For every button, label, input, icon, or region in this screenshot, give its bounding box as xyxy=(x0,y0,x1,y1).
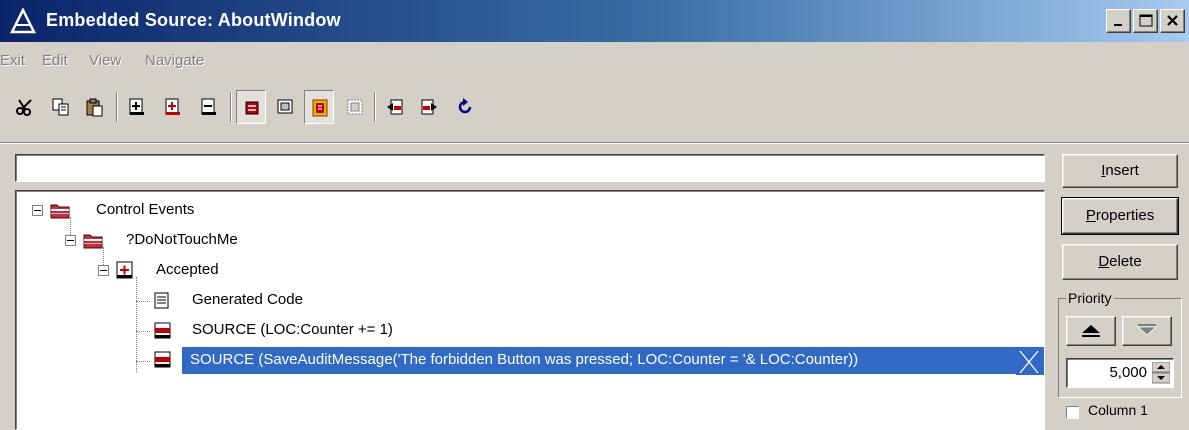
button-accelerator: D xyxy=(1098,253,1110,270)
menu-navigate[interactable]: Navigate xyxy=(145,52,204,69)
previous-filled-button[interactable] xyxy=(380,90,410,124)
button-label: roperties xyxy=(1095,207,1155,224)
filled-embeds-icon xyxy=(245,101,259,115)
source-filter-button[interactable] xyxy=(304,90,334,124)
delete-button[interactable]: Delete xyxy=(1062,244,1178,280)
maximize-button[interactable] xyxy=(1133,9,1158,33)
embed-remove-icon xyxy=(201,98,216,115)
toolbar-divider xyxy=(0,142,1189,144)
eject-down-icon xyxy=(1136,324,1158,336)
close-button[interactable] xyxy=(1160,9,1185,33)
menu-edit[interactable]: Edit xyxy=(42,52,68,69)
tree-item-label: Accepted xyxy=(156,261,219,278)
properties-button[interactable]: Properties xyxy=(1061,197,1179,235)
button-label: nsert xyxy=(1105,162,1139,179)
toolbar-separator xyxy=(230,92,232,122)
source-icon xyxy=(154,322,171,339)
button-accelerator: P xyxy=(1085,207,1096,224)
next-filled-button[interactable] xyxy=(414,90,444,124)
tree-item[interactable]: Accepted xyxy=(16,259,316,283)
filled-embeds-button[interactable] xyxy=(236,90,266,124)
tree-item-label: SOURCE (LOC:Counter += 1) xyxy=(192,321,393,338)
priority-spinner[interactable]: 5,000 xyxy=(1066,358,1174,388)
minimize-button[interactable] xyxy=(1106,9,1131,33)
clarion-triangle-icon xyxy=(10,8,36,34)
previous-filled-icon xyxy=(387,99,403,115)
minimize-icon xyxy=(1114,24,1122,26)
move-down-button[interactable] xyxy=(1122,316,1172,346)
tree-item-label: SOURCE (SaveAuditMessage('The forbidden … xyxy=(182,347,1027,374)
menu-view[interactable]: View xyxy=(89,52,121,69)
paste-button[interactable] xyxy=(80,90,110,124)
refresh-button[interactable] xyxy=(450,90,480,124)
eject-up-icon xyxy=(1082,325,1100,337)
spinner-arrows-icon[interactable] xyxy=(1152,362,1170,384)
show-all-icon xyxy=(277,99,293,114)
selection-end-marker xyxy=(1016,347,1044,375)
embed-add-red-icon xyxy=(165,98,180,115)
column-1-checkbox[interactable] xyxy=(1066,406,1079,419)
next-filled-icon xyxy=(421,99,437,115)
close-icon xyxy=(1167,15,1178,26)
tree-item-label: ?DoNotTouchMe xyxy=(126,231,238,248)
column-1-label: Column 1 xyxy=(1088,402,1148,418)
title-bar[interactable]: Embedded Source: AboutWindow xyxy=(0,0,1189,42)
copy-button[interactable] xyxy=(46,90,76,124)
collapse-toggle[interactable] xyxy=(65,235,76,246)
tree-item-label: Generated Code xyxy=(192,291,303,308)
menu-bar: Exit Edit View Navigate xyxy=(0,50,400,74)
source-icon xyxy=(154,351,171,368)
toolbar-separator xyxy=(374,92,376,122)
cut-button[interactable] xyxy=(10,90,40,124)
tree-item[interactable]: Generated Code xyxy=(16,289,416,313)
embed-tree[interactable]: Control Events ?DoNotTouchMe Accepted Ge… xyxy=(15,190,1045,430)
maximize-icon xyxy=(1139,14,1153,27)
folder-icon xyxy=(50,204,70,219)
tree-item-selected[interactable]: SOURCE (SaveAuditMessage('The forbidden … xyxy=(16,347,1044,375)
embed-add-red-button[interactable] xyxy=(158,90,188,124)
show-all-button[interactable] xyxy=(270,90,300,124)
event-icon xyxy=(116,261,133,279)
menu-exit[interactable]: Exit xyxy=(0,52,25,69)
priority-label: Priority xyxy=(1066,290,1114,306)
tree-item-label: Control Events xyxy=(96,201,195,218)
generated-code-icon xyxy=(347,99,363,115)
toolbar-separator xyxy=(116,92,118,122)
tree-item[interactable]: Control Events xyxy=(16,199,316,223)
toolbar xyxy=(0,90,640,130)
generated-code-icon xyxy=(154,292,169,309)
button-label: elete xyxy=(1109,253,1142,270)
move-up-button[interactable] xyxy=(1066,316,1116,346)
copy-icon xyxy=(52,98,69,116)
collapse-toggle[interactable] xyxy=(32,205,43,216)
embed-add-icon xyxy=(129,98,144,115)
refresh-icon xyxy=(458,98,472,114)
embed-remove-button[interactable] xyxy=(194,90,224,124)
embed-add-button[interactable] xyxy=(122,90,152,124)
folder-icon xyxy=(83,234,103,249)
priority-value: 5,000 xyxy=(1109,364,1147,381)
tree-item[interactable]: SOURCE (LOC:Counter += 1) xyxy=(16,319,516,343)
source-icon xyxy=(312,99,328,117)
cut-icon xyxy=(16,99,32,116)
search-input[interactable] xyxy=(15,154,1045,182)
insert-button[interactable]: Insert xyxy=(1062,154,1178,188)
window-title: Embedded Source: AboutWindow xyxy=(46,10,341,30)
paste-icon xyxy=(86,98,103,117)
collapse-toggle[interactable] xyxy=(98,265,109,276)
generated-code-button[interactable] xyxy=(340,90,370,124)
tree-item[interactable]: ?DoNotTouchMe xyxy=(16,229,316,253)
